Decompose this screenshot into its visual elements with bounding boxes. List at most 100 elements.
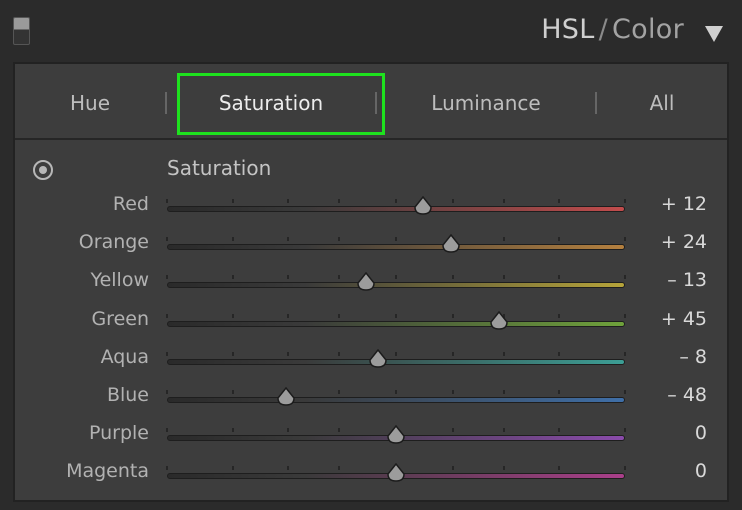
slider-tick: [624, 237, 626, 242]
slider-track[interactable]: [167, 320, 625, 327]
slider-tick: [395, 199, 397, 203]
slider-tick: [166, 199, 168, 203]
slider-tick: [232, 237, 235, 242]
slider-row-aqua: Aqua – 8: [15, 341, 727, 379]
slider-tick: [502, 390, 505, 394]
slider-tick: [166, 275, 168, 280]
slider-tick: [232, 428, 235, 433]
slider-tick: [287, 313, 290, 318]
slider-tick: [232, 313, 235, 318]
slider-tick: [624, 351, 626, 356]
panel-title-hsl: HSL: [541, 14, 595, 45]
slider-tick: [502, 428, 505, 433]
slider-tick: [337, 428, 340, 433]
slider-value[interactable]: – 8: [679, 346, 707, 368]
slider-tick: [452, 275, 455, 280]
slider-tick: [557, 390, 560, 394]
slider-label: Red: [112, 193, 149, 215]
slider-tick: [624, 199, 626, 203]
slider-tick: [502, 237, 505, 242]
slider-tick: [624, 466, 626, 471]
slider-tick: [557, 351, 560, 356]
slider-tick: [624, 275, 626, 280]
slider-track[interactable]: [167, 358, 625, 365]
slider-row-blue: Blue – 48: [15, 379, 727, 417]
slider-tick: [287, 466, 290, 471]
slider-label: Green: [91, 307, 149, 330]
slider-tick: [232, 199, 235, 203]
slider-tick: [624, 313, 626, 318]
slider-tick: [624, 390, 626, 394]
slider-tick: [452, 351, 455, 356]
slider-tick: [557, 237, 560, 242]
collapse-triangle-icon[interactable]: [705, 26, 723, 42]
slider-row-magenta: Magenta 0: [15, 455, 727, 493]
slider-tick: [452, 466, 455, 471]
slider-tick: [166, 428, 168, 433]
slider-tick: [166, 237, 168, 242]
tab-luminance[interactable]: Luminance: [377, 64, 595, 138]
tab-all[interactable]: All: [597, 64, 727, 138]
slider-tick: [395, 313, 397, 318]
slider-tick: [337, 313, 340, 318]
slider-tick: [337, 390, 340, 394]
tab-saturation[interactable]: Saturation: [167, 64, 375, 138]
slider-tick: [337, 466, 340, 471]
slider-tick: [502, 275, 505, 280]
panel-title-separator: /: [598, 14, 608, 45]
section-label: Saturation: [167, 156, 272, 180]
slider-tick: [557, 313, 560, 318]
slider-value[interactable]: 0: [695, 460, 707, 482]
slider-row-purple: Purple 0: [15, 417, 727, 455]
tab-hue[interactable]: Hue: [15, 64, 165, 138]
slider-tick: [557, 428, 560, 433]
slider-tick: [166, 313, 168, 318]
slider-value[interactable]: + 24: [661, 231, 707, 253]
slider-value[interactable]: + 45: [661, 308, 707, 330]
slider-tick: [502, 199, 505, 203]
panel-title[interactable]: HSL / Color: [541, 14, 684, 45]
target-adjustment-icon[interactable]: [33, 160, 53, 180]
slider-tick: [395, 351, 397, 356]
slider-label: Purple: [88, 422, 149, 445]
hsl-tab-bar: Hue Saturation Luminance All: [15, 64, 727, 140]
slider-value[interactable]: – 13: [667, 269, 707, 291]
slider-tick: [232, 351, 235, 356]
slider-tick: [232, 390, 235, 394]
slider-value[interactable]: – 48: [667, 384, 707, 406]
slider-tick: [452, 313, 455, 318]
slider-tick: [502, 351, 505, 356]
slider-tick: [166, 466, 168, 471]
slider-label: Aqua: [100, 345, 149, 368]
slider-tick: [452, 390, 455, 394]
slider-track[interactable]: [167, 206, 625, 212]
slider-track[interactable]: [167, 282, 625, 289]
panel-toggle-switch[interactable]: [13, 17, 30, 45]
slider-label: Orange: [78, 231, 149, 254]
slider-tick: [232, 466, 235, 471]
slider-row-yellow: Yellow – 13: [15, 264, 727, 302]
slider-tick: [395, 237, 397, 242]
slider-label: Magenta: [66, 460, 149, 483]
slider-tick: [624, 428, 626, 433]
slider-row-red: Red + 12: [15, 188, 727, 226]
slider-tick: [502, 466, 505, 471]
slider-tick: [166, 390, 168, 394]
slider-tick: [337, 351, 340, 356]
slider-tick: [287, 237, 290, 242]
hsl-panel: Hue Saturation Luminance All Saturation …: [13, 62, 729, 502]
slider-row-green: Green + 45: [15, 303, 727, 341]
slider-tick: [557, 275, 560, 280]
slider-value[interactable]: 0: [695, 422, 707, 444]
slider-tick: [395, 390, 397, 394]
slider-tick: [557, 466, 560, 471]
slider-tick: [395, 275, 397, 280]
slider-tick: [287, 199, 290, 203]
slider-value[interactable]: + 12: [661, 193, 707, 215]
slider-tick: [232, 275, 235, 280]
slider-track[interactable]: [167, 397, 625, 403]
slider-tick: [166, 351, 168, 356]
slider-tick: [287, 275, 290, 280]
slider-track[interactable]: [167, 244, 625, 251]
slider-tick: [337, 199, 340, 203]
